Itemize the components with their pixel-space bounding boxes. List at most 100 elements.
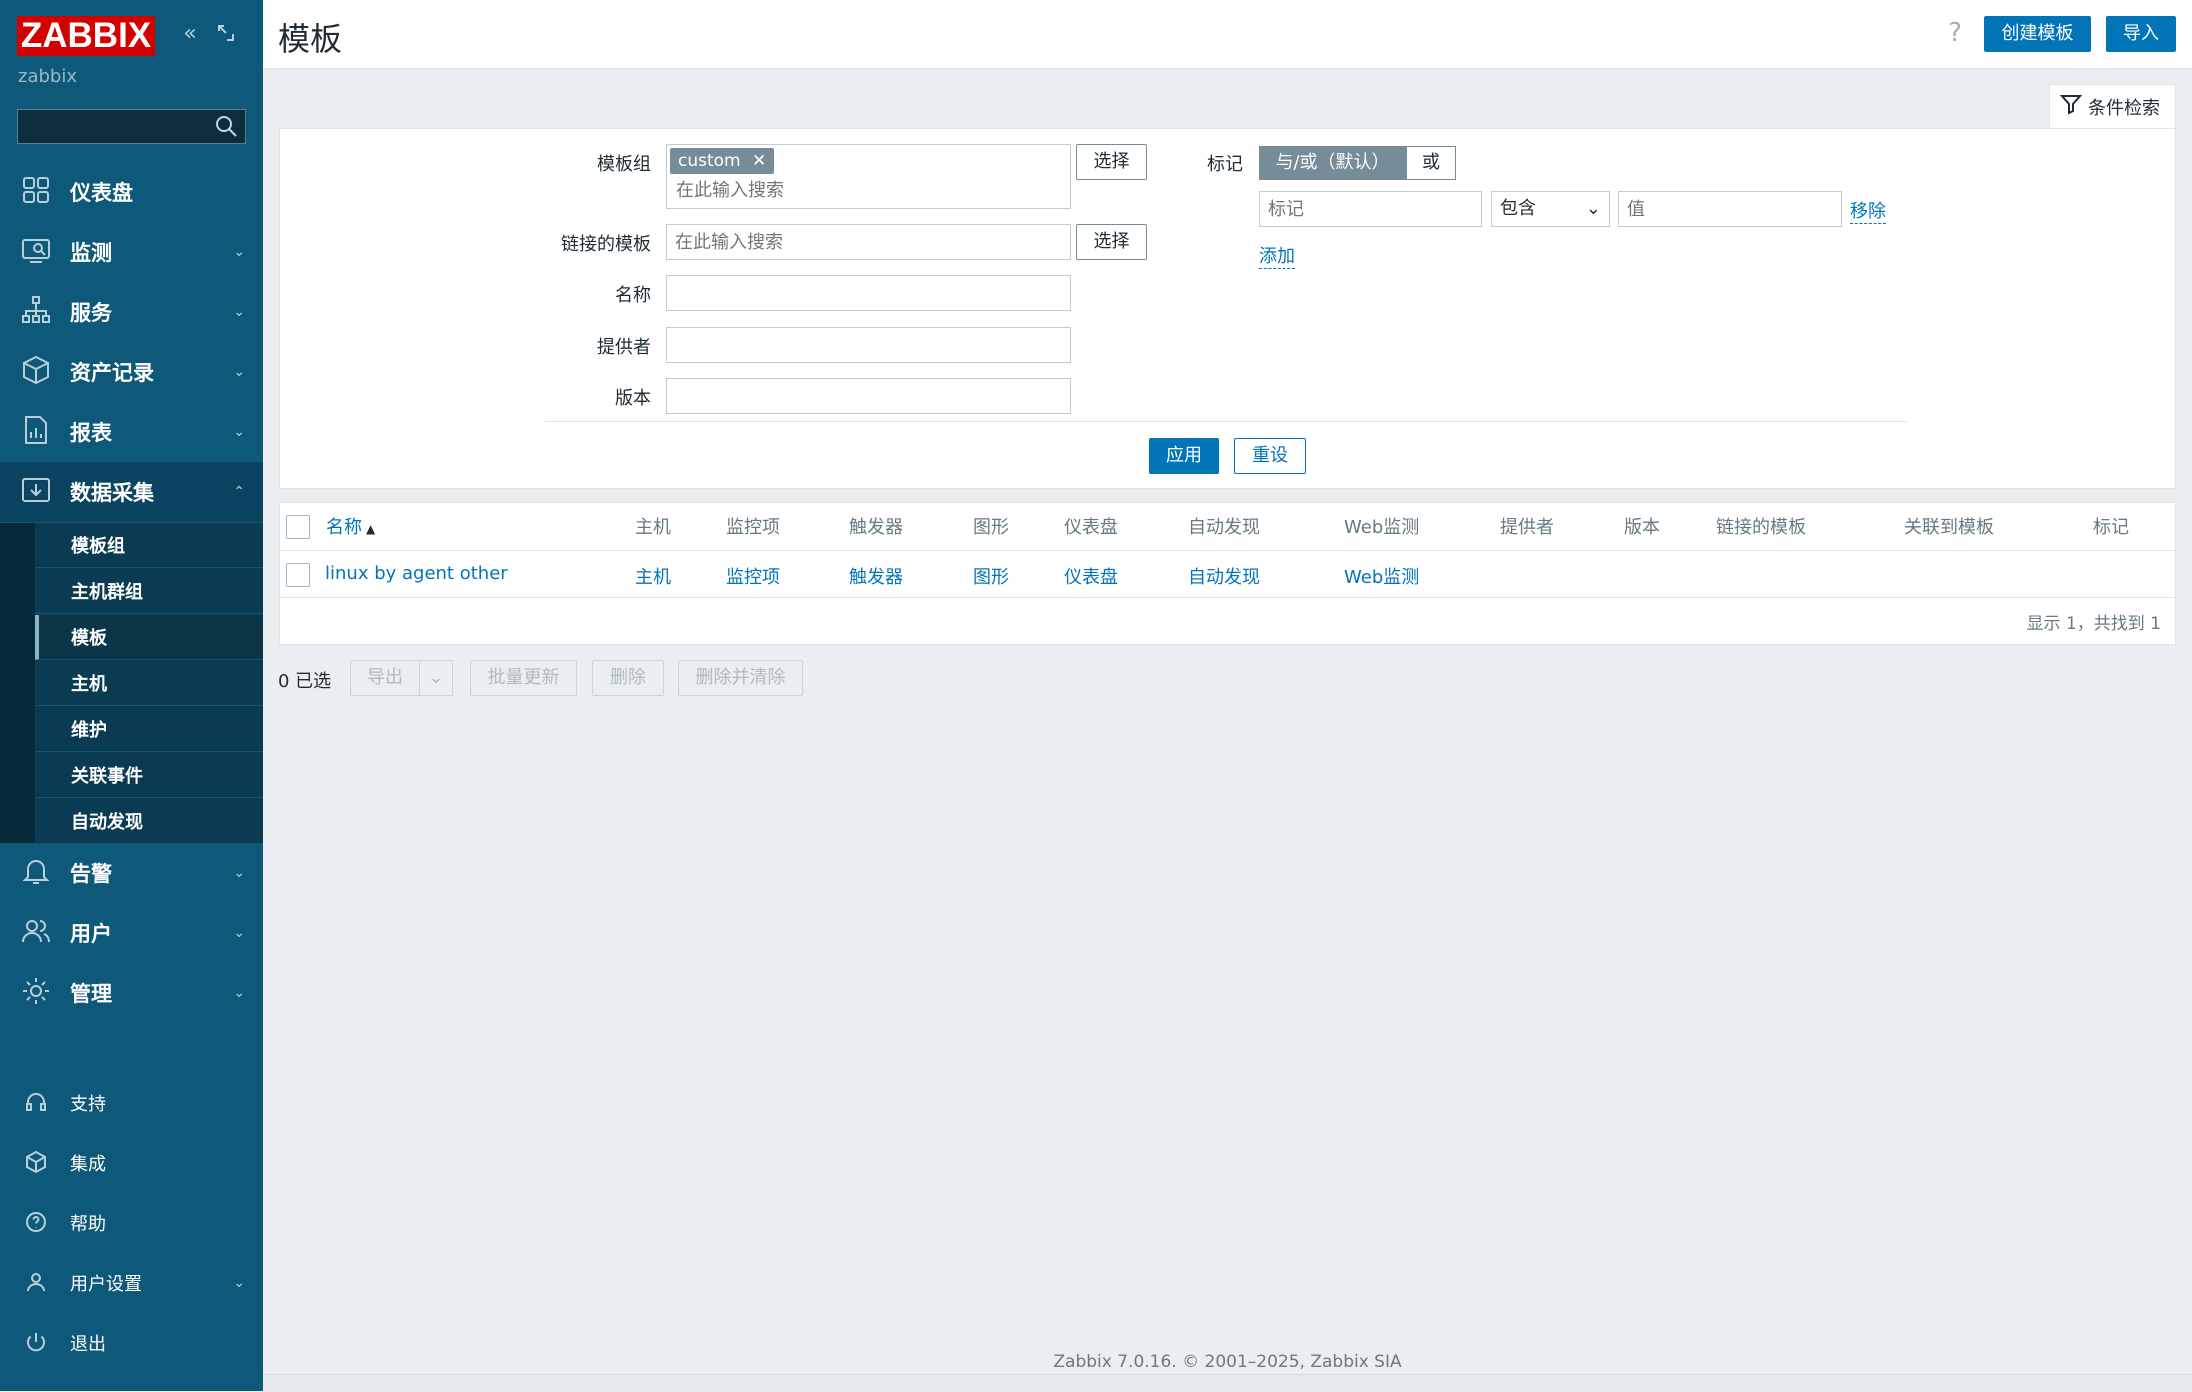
apply-button[interactable]: 应用 [1149,438,1219,474]
submenu-label: 模板 [71,628,107,649]
chevron-down-icon: ⌄ [1585,198,1601,219]
menu-sign-out[interactable]: 退出 [0,1318,263,1368]
linked-templates-select-button[interactable]: 选择 [1076,224,1147,260]
filter-icon [2059,93,2083,120]
dashboards-link[interactable]: 仪表盘 [1064,563,1118,589]
items-link[interactable]: 监控项 [726,563,780,589]
tags-and-or-option[interactable]: 与/或（默认） [1259,146,1406,180]
bottom-scroll-bar [263,1374,2192,1392]
tag-value-input[interactable] [1618,191,1842,227]
column-linked-templates-header: 链接的模板 [1716,517,1806,538]
web-link[interactable]: Web监测 [1344,563,1419,589]
column-graphs-header: 图形 [973,517,1009,538]
tag-name-input[interactable] [1259,191,1482,227]
submenu-template-groups[interactable]: 模板组 [35,523,263,568]
zabbix-logo[interactable]: ZABBIX [17,16,155,56]
submenu-hosts[interactable]: 主机 [35,661,263,706]
vendor-input[interactable] [666,327,1071,363]
menu-users[interactable]: 用户 ⌄ [0,903,263,963]
collapse-sidebar-icon[interactable]: « [178,22,202,46]
menu-services[interactable]: 服务 ⌄ [0,282,263,342]
users-icon [20,915,56,951]
delete-and-clear-button[interactable]: 删除并清除 [678,660,803,696]
chevron-down-icon: ⌄ [233,985,245,1001]
discovery-link[interactable]: 自动发现 [1188,563,1260,589]
help-icon [24,1210,50,1236]
export-button[interactable]: 导出 [350,660,420,696]
column-name-header[interactable]: 名称 ▲ [326,513,375,539]
export-dropdown-button[interactable]: ⌄ [419,660,453,696]
column-dashboards-header: 仪表盘 [1064,517,1118,538]
template-group-search-input[interactable] [668,176,1048,204]
submenu-label: 关联事件 [71,766,143,787]
sidebar: ZABBIX « zabbix 仪表盘 监测 ⌄ 服务 ⌄ 资产记录 ⌄ 报表 … [0,0,263,1391]
submenu-label: 自动发现 [71,812,143,833]
menu-label: 资产记录 [70,361,154,385]
create-template-button[interactable]: 创建模板 [1984,16,2091,52]
menu-user-settings[interactable]: 用户设置 ⌄ [0,1258,263,1308]
add-tag-link[interactable]: 添加 [1259,242,1295,269]
remove-chip-icon[interactable]: ✕ [752,151,766,171]
reset-button[interactable]: 重设 [1234,438,1306,474]
chevron-down-icon: ⌄ [233,1275,245,1291]
template-group-label: 模板组 [597,154,651,175]
linked-templates-input[interactable] [666,224,1071,260]
selected-count: 0 已选 [278,671,332,692]
name-label: 名称 [615,285,651,306]
template-name-link[interactable]: linux by agent other [325,563,508,584]
menu-label: 仪表盘 [70,181,133,205]
alerts-icon [20,855,56,891]
chevron-down-icon: ⌄ [233,865,245,881]
triggers-link[interactable]: 触发器 [849,563,903,589]
menu-label: 数据采集 [70,481,154,505]
search-icon[interactable] [213,113,241,141]
column-version-header: 版本 [1624,517,1660,538]
submenu-maintenance[interactable]: 维护 [35,707,263,752]
menu-reports[interactable]: 报表 ⌄ [0,402,263,462]
menu-integrations[interactable]: 集成 [0,1138,263,1188]
menu-support[interactable]: 支持 [0,1078,263,1128]
menu-administration[interactable]: 管理 ⌄ [0,963,263,1023]
filter-tab[interactable]: 条件检索 [2049,84,2176,128]
mass-update-button[interactable]: 批量更新 [470,660,577,696]
column-linked-to-templates-header: 关联到模板 [1904,517,1994,538]
tag-operator-select[interactable]: 包含 ⌄ [1491,191,1610,227]
submenu-event-correlation[interactable]: 关联事件 [35,753,263,798]
chevron-down-icon: ⌄ [428,667,444,688]
graphs-link[interactable]: 图形 [973,563,1009,589]
chevron-down-icon: ⌄ [233,244,245,260]
delete-button[interactable]: 删除 [592,660,664,696]
menu-alerts[interactable]: 告警 ⌄ [0,843,263,903]
submenu-discovery[interactable]: 自动发现 [35,799,263,844]
menu-inventory[interactable]: 资产记录 ⌄ [0,342,263,402]
reports-icon [20,414,56,450]
menu-dashboard[interactable]: 仪表盘 [0,162,263,222]
menu-data-collection[interactable]: 数据采集 ⌃ [0,462,263,522]
tags-or-option[interactable]: 或 [1406,146,1456,180]
version-input[interactable] [666,378,1071,414]
chip-label: custom [678,151,741,171]
kiosk-mode-icon[interactable] [214,22,238,46]
template-group-chip: custom ✕ [670,148,775,174]
menu-monitoring[interactable]: 监测 ⌄ [0,222,263,282]
column-items-header: 监控项 [726,517,780,538]
help-icon[interactable]: ? [1948,18,1962,48]
remove-tag-link[interactable]: 移除 [1850,197,1886,224]
hosts-link[interactable]: 主机 [635,563,671,589]
import-button[interactable]: 导入 [2106,16,2176,52]
chevron-down-icon: ⌄ [233,424,245,440]
select-all-checkbox[interactable] [286,515,310,539]
page-header: 模板 ? 创建模板 导入 [263,0,2192,69]
row-checkbox[interactable] [286,563,310,587]
menu-label: 用户 [70,922,112,946]
tags-label: 标记 [1207,154,1243,175]
menu-label: 支持 [70,1094,106,1115]
user-settings-icon [24,1270,50,1296]
submenu-host-groups[interactable]: 主机群组 [35,569,263,614]
name-input[interactable] [666,275,1071,311]
menu-label: 集成 [70,1154,106,1175]
header-divider [280,550,2175,551]
sidebar-search-input[interactable] [17,109,246,144]
menu-help[interactable]: 帮助 [0,1198,263,1248]
submenu-templates[interactable]: 模板 [35,615,263,660]
